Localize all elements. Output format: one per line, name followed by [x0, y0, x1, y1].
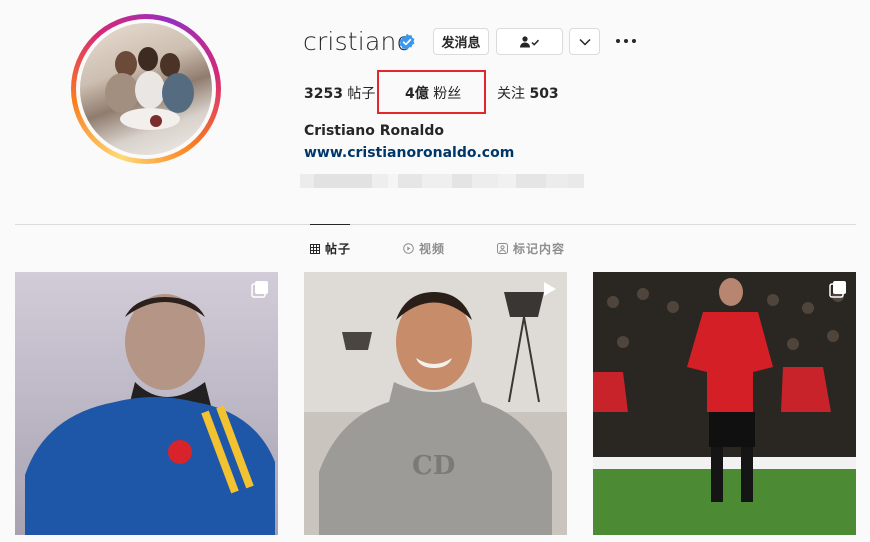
grid-icon [310, 243, 320, 254]
following-count-label: 关注 [497, 86, 525, 102]
post-image: CD [304, 272, 567, 535]
profile-username: cristiano [303, 27, 413, 56]
tab-posts-label: 帖子 [325, 242, 352, 256]
posts-count-value: 3253 [304, 86, 343, 102]
tag-icon [497, 243, 508, 254]
followers-highlight-box [377, 70, 486, 114]
play-circle-icon [403, 243, 414, 254]
more-dots-icon[interactable] [615, 33, 637, 49]
verified-badge-icon [399, 33, 415, 51]
tab-posts[interactable]: 帖子 [310, 240, 351, 257]
svg-text:CD: CD [412, 451, 455, 481]
tabs-divider [15, 224, 856, 225]
play-icon [544, 282, 556, 296]
post-image [593, 272, 856, 535]
posts-count-label: 帖子 [347, 86, 376, 102]
post-image [25, 294, 275, 535]
post-thumbnail[interactable]: CD [304, 272, 567, 535]
profile-full-name: Cristiano Ronaldo [304, 123, 444, 139]
post-thumbnail[interactable] [593, 272, 856, 535]
posts-count-stat: 3253 帖子 [304, 83, 375, 103]
tab-videos-label: 视频 [419, 242, 446, 256]
avatar-gap [76, 19, 216, 159]
person-check-icon [519, 35, 539, 47]
tab-videos[interactable]: 视频 [403, 240, 445, 257]
profile-avatar[interactable] [80, 23, 212, 155]
message-button[interactable]: 发消息 [433, 28, 489, 55]
active-tab-underline [310, 224, 350, 225]
following-count-stat[interactable]: 关注 503 [497, 83, 559, 103]
suggested-dropdown-button[interactable] [569, 28, 600, 55]
following-button[interactable] [496, 28, 563, 55]
carousel-icon [251, 281, 268, 298]
post-thumbnail[interactable] [15, 272, 278, 535]
chevron-down-icon [578, 38, 591, 46]
following-count-value: 503 [529, 86, 559, 102]
carousel-icon [829, 281, 846, 298]
tab-tagged[interactable]: 标记内容 [497, 240, 565, 257]
blurred-bio-text [300, 174, 590, 188]
profile-website-link[interactable]: www.cristianoronaldo.com [304, 145, 514, 161]
tab-tagged-label: 标记内容 [513, 242, 566, 256]
profile-avatar-ring[interactable] [71, 14, 221, 164]
